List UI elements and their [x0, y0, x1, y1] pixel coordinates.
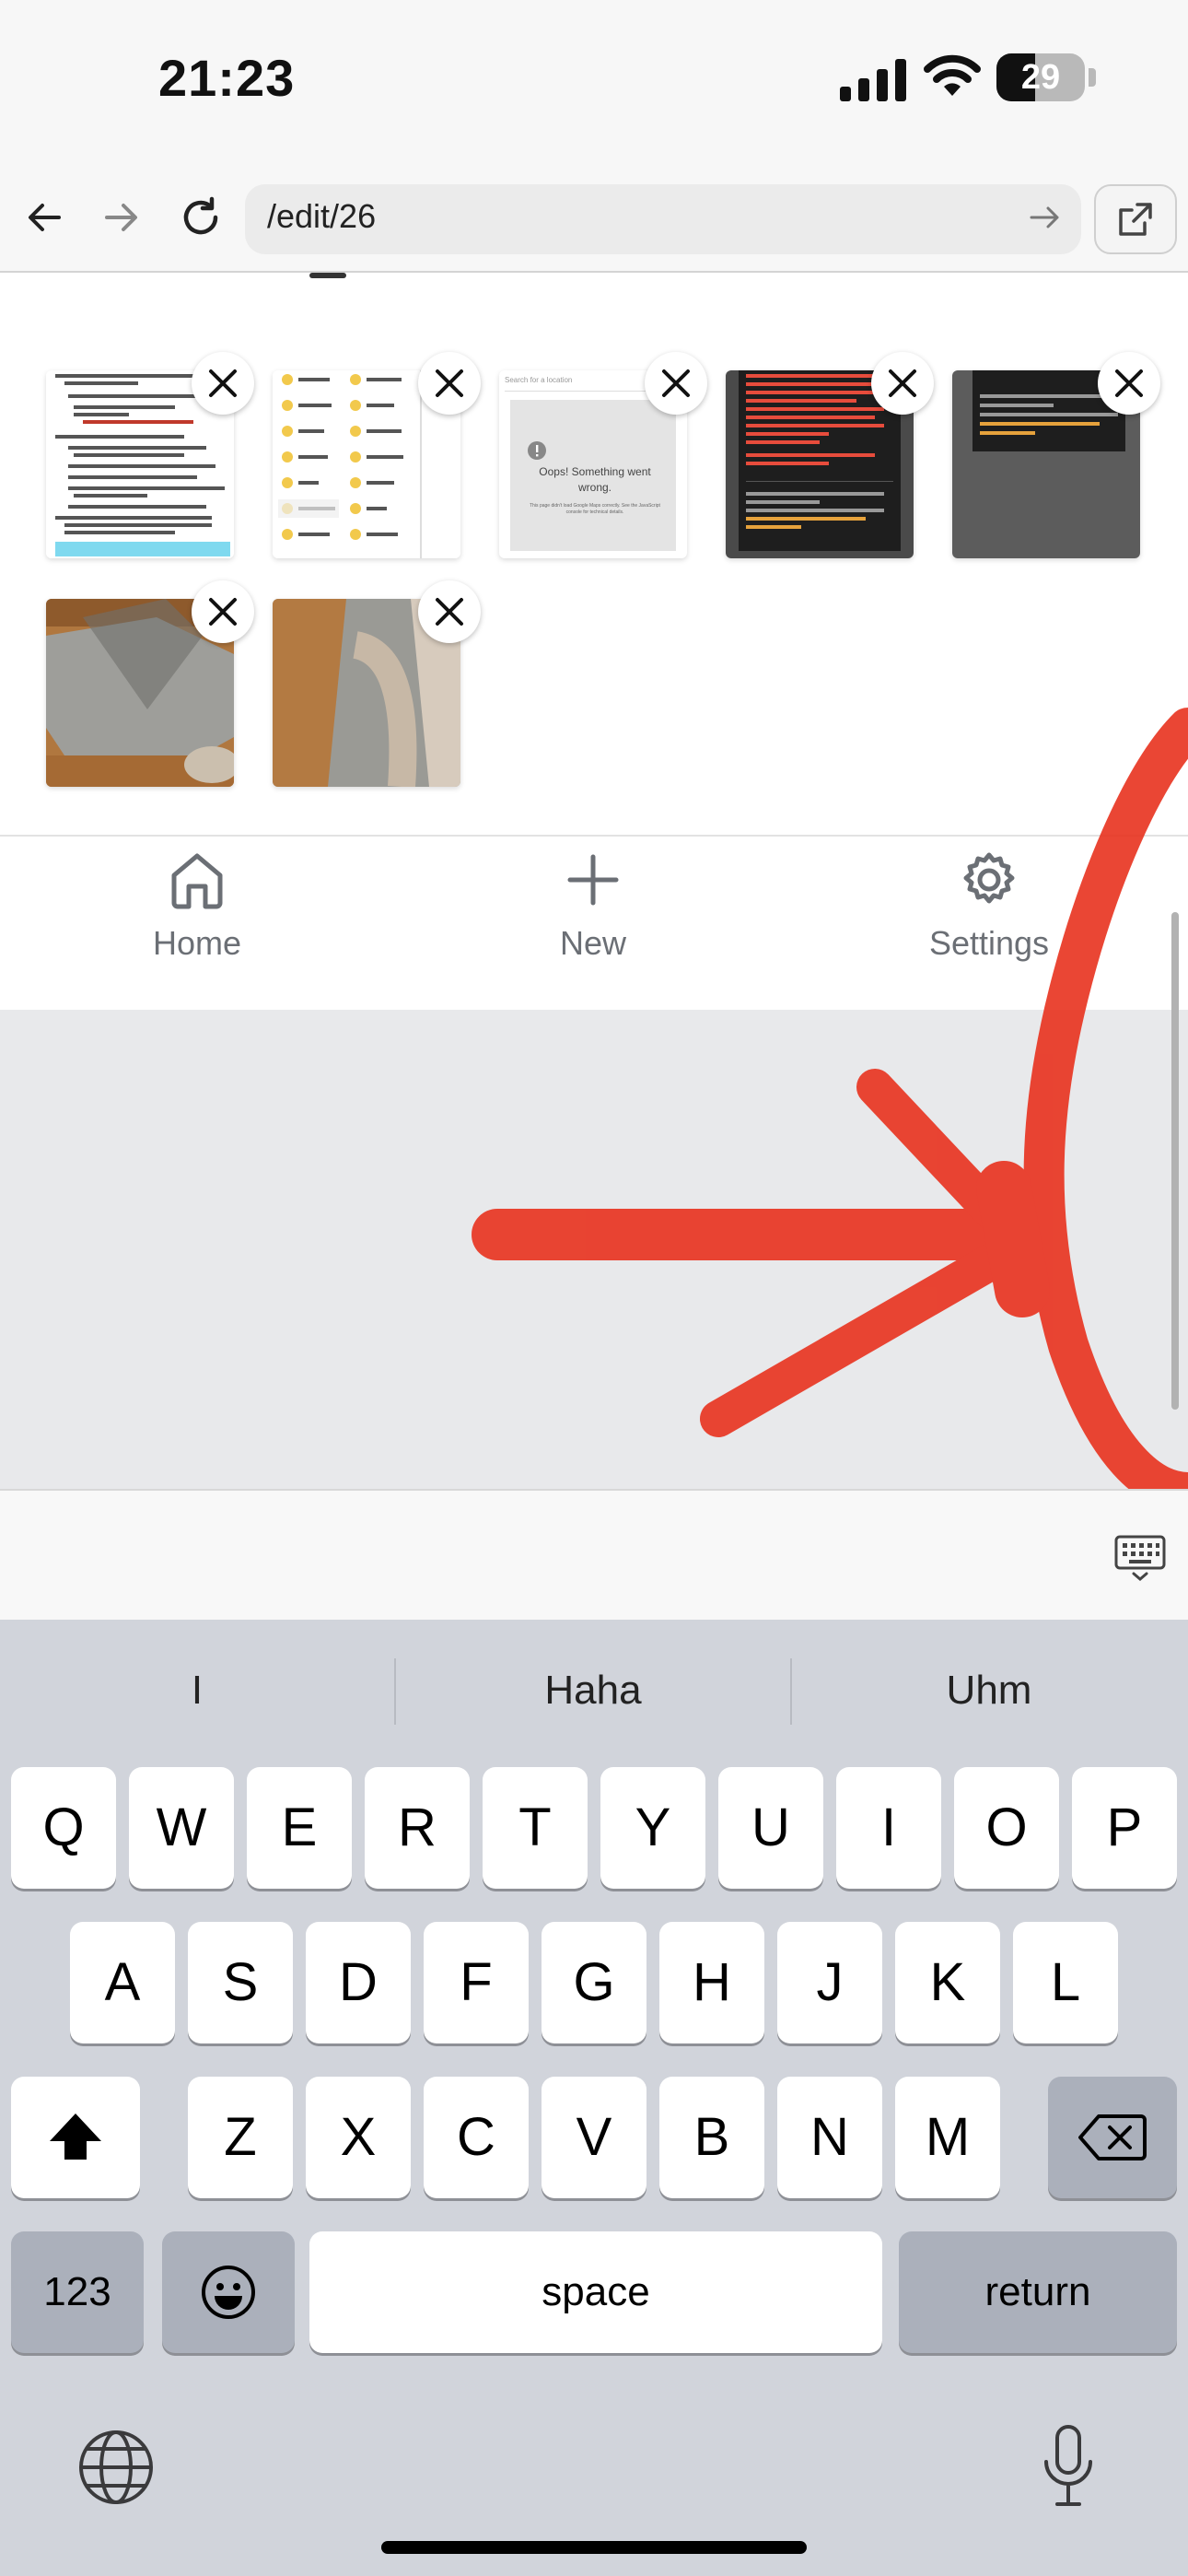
key[interactable]: S [188, 1922, 293, 2043]
return-key[interactable]: return [899, 2231, 1177, 2353]
close-icon [209, 369, 237, 397]
key[interactable]: W [129, 1767, 234, 1889]
arrow-right-icon [105, 204, 137, 231]
key[interactable]: Y [600, 1767, 705, 1889]
key[interactable]: K [895, 1922, 1000, 2043]
globe-icon[interactable] [77, 2429, 155, 2506]
reload-icon [183, 196, 218, 235]
home-indicator [381, 2541, 807, 2554]
remove-attachment-button[interactable] [192, 580, 254, 643]
key[interactable]: V [542, 2077, 646, 2198]
close-icon [436, 598, 463, 626]
red-annotation-drawing [472, 708, 1188, 1513]
key[interactable]: Q [11, 1767, 116, 1889]
close-icon [1115, 369, 1143, 397]
wifi-icon [924, 54, 981, 96]
thumbnail-error-detail: This page didn't load Google Maps correc… [530, 503, 660, 515]
remove-attachment-button[interactable] [645, 352, 707, 415]
reload-button[interactable] [168, 184, 234, 251]
key[interactable]: H [659, 1922, 764, 2043]
close-icon [662, 369, 690, 397]
backspace-icon [1078, 2114, 1147, 2160]
key[interactable]: F [424, 1922, 529, 2043]
remove-attachment-button[interactable] [418, 352, 481, 415]
key[interactable]: J [777, 1922, 882, 2043]
status-time: 21:23 [158, 49, 296, 107]
remove-attachment-button[interactable] [871, 352, 934, 415]
microphone-icon[interactable] [1041, 2423, 1096, 2508]
key[interactable]: R [365, 1767, 470, 1889]
remove-attachment-button[interactable] [192, 352, 254, 415]
address-url: /edit/26 [267, 197, 377, 235]
close-icon [436, 369, 463, 397]
key[interactable]: Z [188, 2077, 293, 2198]
open-external-button[interactable] [1094, 184, 1177, 254]
key[interactable]: C [424, 2077, 529, 2198]
key[interactable]: A [70, 1922, 175, 2043]
suggestion-1[interactable]: I [0, 1658, 394, 1723]
key[interactable]: O [954, 1767, 1059, 1889]
cellular-signal-icon [840, 59, 906, 101]
suggestion-2[interactable]: Haha [396, 1658, 790, 1723]
emoji-icon [202, 2266, 255, 2319]
key[interactable]: T [483, 1767, 588, 1889]
remove-attachment-button[interactable] [1098, 352, 1160, 415]
key[interactable]: G [542, 1922, 646, 2043]
keyboard-icon[interactable] [1112, 1529, 1168, 1585]
key[interactable]: I [836, 1767, 941, 1889]
space-key[interactable]: space [309, 2231, 882, 2353]
close-icon [889, 369, 916, 397]
forward-button[interactable] [88, 184, 155, 251]
close-icon [209, 598, 237, 626]
key[interactable]: E [247, 1767, 352, 1889]
thumbnail-error-message: Oops! Something went wrong. [539, 465, 651, 494]
arrow-left-icon [29, 204, 61, 231]
key[interactable]: P [1072, 1767, 1177, 1889]
remove-attachment-button[interactable] [418, 580, 481, 643]
key[interactable]: M [895, 2077, 1000, 2198]
battery-level: 29 [1020, 58, 1061, 97]
warning-icon [528, 441, 546, 460]
key[interactable]: D [306, 1922, 411, 2043]
back-button[interactable] [11, 184, 77, 251]
key[interactable]: U [718, 1767, 823, 1889]
suggestion-3[interactable]: Uhm [792, 1658, 1186, 1723]
delete-key[interactable] [1048, 2077, 1177, 2198]
go-arrow-icon[interactable] [1024, 197, 1065, 238]
drag-handle[interactable] [309, 273, 346, 278]
shift-icon [50, 2113, 101, 2160]
numbers-key[interactable]: 123 [11, 2231, 144, 2353]
keyboard-accessory-bar [0, 1489, 1188, 1622]
key[interactable]: X [306, 2077, 411, 2198]
external-link-icon [1119, 203, 1152, 236]
key[interactable]: L [1013, 1922, 1118, 2043]
key[interactable]: B [659, 2077, 764, 2198]
emoji-key[interactable] [162, 2231, 295, 2353]
battery-icon: 29 [996, 53, 1085, 101]
key[interactable]: N [777, 2077, 882, 2198]
shift-key[interactable] [11, 2077, 140, 2198]
